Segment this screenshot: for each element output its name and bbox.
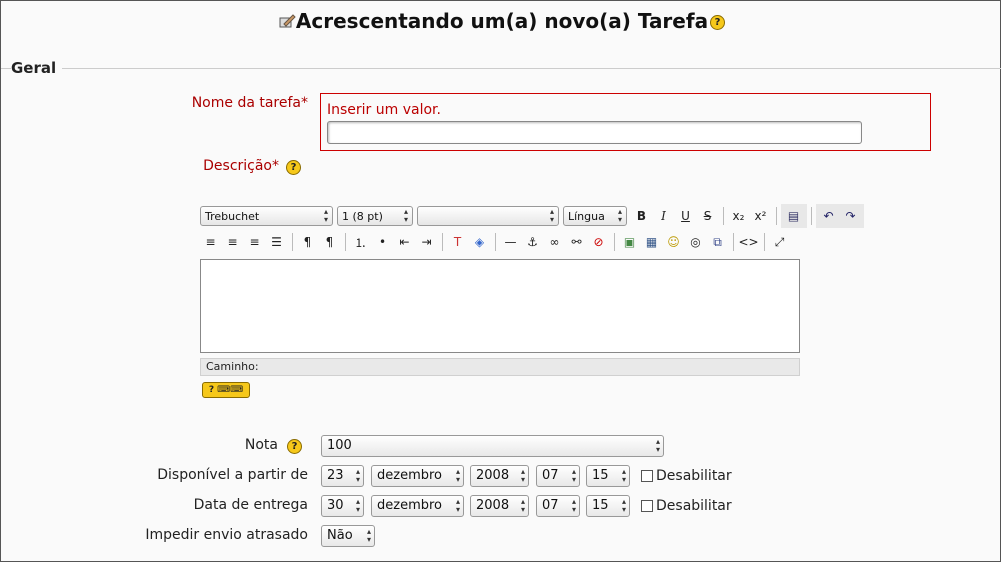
link-icon[interactable]: ∞: [544, 232, 565, 252]
special-char-icon[interactable]: ◎: [685, 232, 706, 252]
available-hour-select[interactable]: 07 ▴ ▾: [536, 465, 580, 487]
available-year-select[interactable]: 2008 ▴ ▾: [470, 465, 529, 487]
font-family-select[interactable]: Trebuchet ▴ ▾: [200, 206, 333, 226]
due-hour-select[interactable]: 07 ▴ ▾: [536, 495, 580, 517]
ltr-icon[interactable]: ¶: [297, 232, 318, 252]
description-help-icon[interactable]: ?: [286, 160, 301, 175]
available-day-select[interactable]: 23 ▴ ▾: [321, 465, 364, 487]
background-color-icon[interactable]: ◈: [469, 232, 490, 252]
editor-path-bar: Caminho:: [200, 358, 800, 376]
due-disable[interactable]: Desabilitar: [641, 498, 732, 514]
indent-icon[interactable]: ⇥: [416, 232, 437, 252]
image-icon[interactable]: ▣: [619, 232, 640, 252]
page-title: Acrescentando um(a) novo(a) Tarefa?: [1, 9, 1001, 33]
undo-icon[interactable]: ↶: [818, 206, 839, 226]
available-from-label: Disponível a partir de: [157, 467, 308, 483]
table-icon[interactable]: ▦: [641, 232, 662, 252]
text-color-icon[interactable]: T: [447, 232, 468, 252]
due-minute-select[interactable]: 15 ▴ ▾: [586, 495, 630, 517]
due-month-select[interactable]: dezembro ▴ ▾: [371, 495, 464, 517]
available-disable[interactable]: Desabilitar: [641, 468, 732, 484]
bold-icon[interactable]: B: [631, 206, 652, 226]
help-icon[interactable]: ?: [710, 15, 726, 30]
ordered-list-icon[interactable]: ⒈: [350, 232, 371, 252]
name-label: Nome da tarefa*: [191, 95, 308, 111]
due-date-label: Data de entrega: [193, 497, 308, 513]
editor-toolbar: Trebuchet ▴ ▾ 1 (8 pt) ▴ ▾ ▴ ▾ Língua ▴ ▾ B I U…: [200, 204, 870, 256]
description-label: Descrição*: [203, 158, 279, 174]
available-month-select[interactable]: dezembro ▴ ▾: [371, 465, 464, 487]
format-select[interactable]: ▴ ▾: [417, 206, 559, 226]
anchor-icon[interactable]: ⚓: [522, 232, 543, 252]
page-title-text: Acrescentando um(a) novo(a) Tarefa: [295, 9, 709, 33]
fieldset-legend: Geral: [11, 59, 63, 77]
language-select[interactable]: Língua ▴ ▾: [563, 206, 627, 226]
unlink-icon[interactable]: ⚯: [566, 232, 587, 252]
fieldset-divider: [1, 68, 1001, 69]
grade-help-icon[interactable]: ?: [287, 439, 302, 454]
keyboard-help-button[interactable]: ? ⌨⌨: [202, 382, 250, 398]
underline-icon[interactable]: U: [675, 206, 696, 226]
due-disable-label: Desabilitar: [656, 498, 732, 514]
fullscreen-icon[interactable]: ⤢: [769, 232, 790, 252]
name-input[interactable]: [327, 121, 862, 144]
rtl-icon[interactable]: ¶: [319, 232, 340, 252]
prevent-late-label: Impedir envio atrasado: [145, 527, 308, 543]
name-error-box: Inserir um valor.: [320, 93, 931, 151]
name-error-text: Inserir um valor.: [327, 102, 441, 118]
available-disable-checkbox[interactable]: [641, 470, 653, 482]
due-year-select[interactable]: 2008 ▴ ▾: [470, 495, 529, 517]
horizontal-rule-icon[interactable]: —: [500, 232, 521, 252]
assignment-icon: [278, 11, 296, 29]
available-disable-label: Desabilitar: [656, 468, 732, 484]
prevent-late-select[interactable]: Não ▴ ▾: [321, 525, 375, 547]
font-size-select[interactable]: 1 (8 pt) ▴ ▾: [337, 206, 413, 226]
outdent-icon[interactable]: ⇤: [394, 232, 415, 252]
due-disable-checkbox[interactable]: [641, 500, 653, 512]
paste-word-icon[interactable]: ▤: [783, 206, 804, 226]
search-replace-icon[interactable]: ⧉: [707, 232, 728, 252]
html-source-icon[interactable]: <>: [738, 232, 759, 252]
smiley-icon[interactable]: ☺: [663, 232, 684, 252]
strikethrough-icon[interactable]: S: [697, 206, 718, 226]
grade-label: Nota: [244, 437, 278, 453]
redo-icon[interactable]: ↷: [840, 206, 861, 226]
align-right-icon[interactable]: ≡: [244, 232, 265, 252]
justify-icon[interactable]: ☰: [266, 232, 287, 252]
grade-select[interactable]: 100 ▴ ▾: [321, 435, 664, 457]
superscript-icon[interactable]: x²: [750, 206, 771, 226]
nolink-icon[interactable]: ⊘: [588, 232, 609, 252]
available-minute-select[interactable]: 15 ▴ ▾: [586, 465, 630, 487]
align-center-icon[interactable]: ≡: [222, 232, 243, 252]
due-day-select[interactable]: 30 ▴ ▾: [321, 495, 364, 517]
subscript-icon[interactable]: x₂: [728, 206, 749, 226]
description-editor[interactable]: [200, 259, 800, 353]
unordered-list-icon[interactable]: •: [372, 232, 393, 252]
italic-icon[interactable]: I: [653, 206, 674, 226]
align-left-icon[interactable]: ≡: [200, 232, 221, 252]
